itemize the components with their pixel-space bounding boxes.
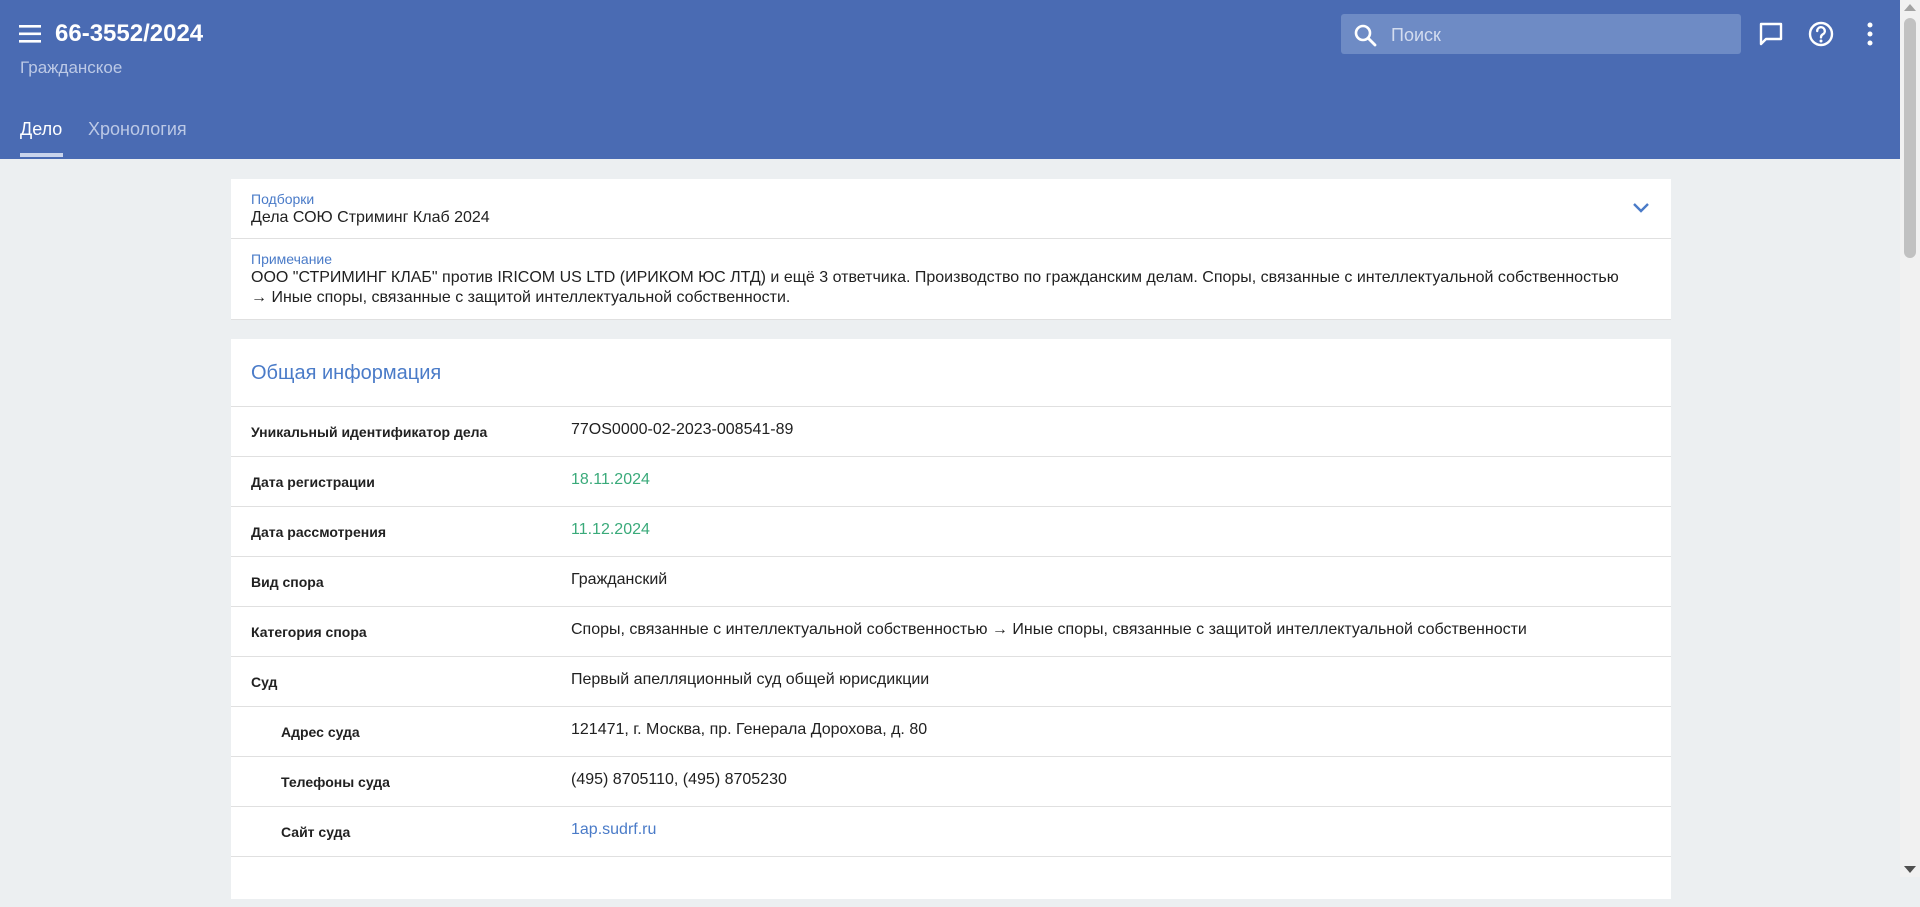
court-site-link[interactable]: 1ap.sudrf.ru [571,821,656,839]
row-value: (495) 8705110, (495) 8705230 [571,771,787,788]
note-line-1: ООО "СТРИМИНГ КЛАБ" против IRICOM US LTD… [251,269,1619,286]
info-row-court: Суд Первый апелляционный суд общей юрисд… [231,656,1671,707]
divider [231,238,1671,239]
section-title: Общая информация [251,362,442,384]
scroll-down-arrow-icon[interactable] [1904,866,1916,873]
app-header: 66-3552/2024 Гражданское Дело Хронология [0,0,1900,159]
info-row-review-date: Дата рассмотрения 11.12.2024 [231,506,1671,557]
info-row-court-address: Адрес суда 121471, г. Москва, пр. Генера… [231,706,1671,757]
info-row-dispute-type: Вид спора Гражданский [231,556,1671,607]
search-input[interactable] [1389,14,1733,56]
info-row-court-phones: Телефоны суда (495) 8705110, (495) 87052… [231,756,1671,807]
collections-label: Подборки [251,191,315,207]
row-label: Дата регистрации [251,474,375,490]
case-type: Гражданское [20,58,123,77]
more-vert-icon[interactable] [1856,20,1884,48]
search-icon [1354,24,1377,47]
info-row-partial [231,856,1671,907]
scroll-up-arrow-icon[interactable] [1904,4,1916,11]
row-label: Адрес суда [281,724,360,740]
row-label: Уникальный идентификатор дела [251,424,488,440]
collections-value[interactable]: Дела СОЮ Стриминг Клаб 2024 [251,208,490,228]
info-row-registration-date: Дата регистрации 18.11.2024 [231,456,1671,507]
chevron-down-icon[interactable] [1631,201,1651,215]
row-value: 121471, г. Москва, пр. Генерала Дорохова… [571,721,928,738]
row-label: Дата рассмотрения [251,524,387,540]
row-value: 77OS0000-02-2023-008541-89 [571,421,794,438]
row-label: Вид спора [251,574,324,590]
info-row-case-id: Уникальный идентификатор дела 77OS0000-0… [231,406,1671,457]
info-row-dispute-category: Категория спора Споры, связанные с интел… [231,606,1671,657]
row-value: Споры, связанные с интеллектуальной собс… [571,621,1527,638]
collections-note-card: Подборки Дела СОЮ Стриминг Клаб 2024 При… [231,179,1671,320]
chat-icon[interactable] [1757,20,1785,48]
scroll-thumb[interactable] [1904,18,1916,258]
note-label: Примечание [251,251,333,267]
row-label: Категория спора [251,624,367,640]
general-info-card: Общая информация Уникальный идентификато… [231,339,1671,899]
help-icon[interactable] [1807,20,1835,48]
tab-timeline[interactable]: Хронология [88,115,187,159]
row-label: Телефоны суда [281,774,390,790]
search-box[interactable] [1341,14,1741,56]
menu-icon[interactable] [18,22,44,46]
case-number: 66-3552/2024 [55,20,204,47]
row-value: Гражданский [571,571,668,588]
review-date-value[interactable]: 11.12.2024 [571,521,650,539]
info-row-court-site: Сайт суда 1ap.sudrf.ru [231,806,1671,857]
row-label: Сайт суда [281,824,351,840]
scrollbar[interactable] [1900,0,1920,877]
active-tab-indicator [20,153,63,157]
note-line-2: → Иные споры, связанные с защитой интелл… [251,289,791,306]
row-value: Первый апелляционный суд общей юрисдикци… [571,671,930,688]
registration-date-value[interactable]: 18.11.2024 [571,471,650,489]
row-label: Суд [251,674,278,690]
